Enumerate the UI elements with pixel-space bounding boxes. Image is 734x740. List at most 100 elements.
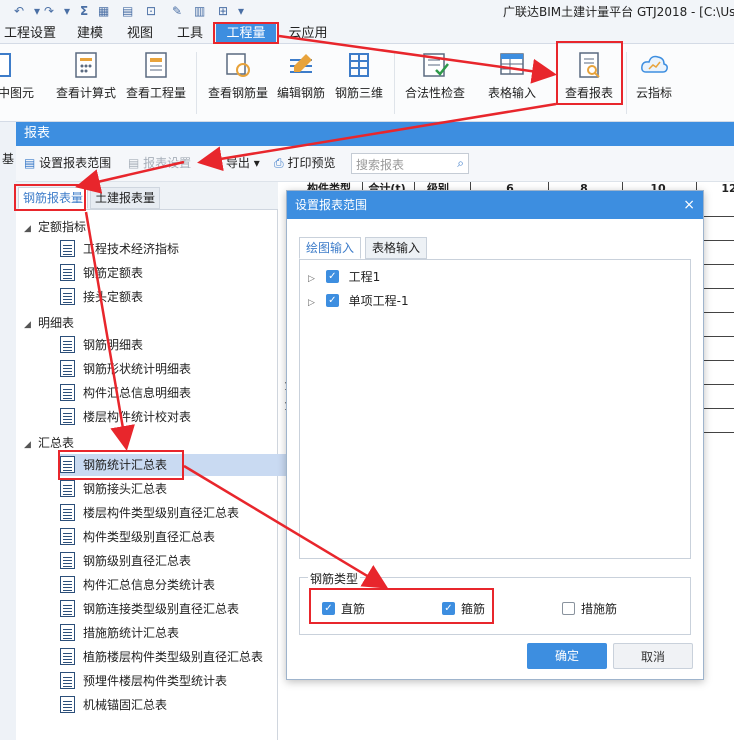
- menu-modeling[interactable]: 建模: [70, 24, 110, 43]
- report-item-label: 钢筋明细表: [83, 338, 144, 352]
- report-item[interactable]: 钢筋明细表: [60, 334, 143, 356]
- validity-check-button[interactable]: 合法性检查: [404, 50, 466, 110]
- annotation-box: [58, 450, 184, 480]
- report-settings-button[interactable]: ▤ 报表设置: [128, 155, 191, 171]
- tree-node-subproject[interactable]: ▷ ✓ 单项工程-1: [308, 292, 409, 309]
- report-item[interactable]: 机械锚固汇总表: [60, 694, 167, 716]
- cancel-button[interactable]: 取消: [613, 643, 693, 669]
- table-icon[interactable]: ▤: [122, 3, 133, 19]
- report-item[interactable]: 接头定额表: [60, 286, 143, 308]
- group-label: 定额指标: [38, 220, 87, 234]
- report-item[interactable]: 预埋件楼层构件类型统计表: [60, 670, 227, 692]
- export-button[interactable]: ⇪ 导出 ▾: [212, 155, 260, 171]
- table-gridline: [696, 182, 697, 190]
- report-item[interactable]: 构件汇总信息明细表: [60, 382, 191, 404]
- checkbox-checked-icon[interactable]: ✓: [325, 294, 339, 307]
- report-item[interactable]: 钢筋接头汇总表: [60, 478, 167, 500]
- report-item[interactable]: 钢筋形状统计明细表: [60, 358, 191, 380]
- lock-icon[interactable]: ⊞: [218, 3, 228, 19]
- menu-cloud[interactable]: 云应用: [284, 24, 332, 43]
- report-item-label: 钢筋级别直径汇总表: [83, 554, 192, 568]
- checkbox-unchecked-icon[interactable]: [562, 602, 575, 615]
- report-item-label: 措施筋统计汇总表: [83, 626, 180, 640]
- menu-tools[interactable]: 工具: [170, 24, 210, 43]
- group-quota-index[interactable]: ◢ 定额指标: [24, 218, 86, 235]
- report-file-icon: [60, 672, 75, 689]
- rebar-icon: [226, 53, 250, 77]
- menu-project-settings[interactable]: 工程设置: [2, 24, 58, 43]
- report-item[interactable]: 楼层构件统计校对表: [60, 406, 191, 428]
- dialog-title: 设置报表范围: [287, 191, 703, 219]
- report-item-label: 钢筋定额表: [83, 266, 144, 280]
- search-input[interactable]: 搜索报表 ⌕: [351, 153, 469, 174]
- close-icon[interactable]: ×: [683, 191, 695, 219]
- report-item[interactable]: 钢筋级别直径汇总表: [60, 550, 191, 572]
- undo-icon[interactable]: ↶: [14, 3, 24, 19]
- chart-icon[interactable]: ▦: [98, 3, 109, 19]
- left-strip: 基: [0, 122, 16, 740]
- report-item[interactable]: 措施筋统计汇总表: [60, 622, 179, 644]
- scope-label: 设置报表范围: [39, 156, 112, 170]
- expand-icon[interactable]: ▷: [308, 274, 322, 284]
- option-measure-rebar[interactable]: 措施筋: [562, 600, 617, 617]
- ok-button[interactable]: 确定: [527, 643, 607, 669]
- formula-icon: [75, 52, 97, 78]
- set-report-scope-button[interactable]: ▤ 设置报表范围: [24, 155, 111, 171]
- report-window-title: 报表: [16, 122, 734, 146]
- report-file-icon: [60, 360, 75, 377]
- report-item-label: 钢筋接头汇总表: [83, 482, 168, 496]
- tab-civil-report[interactable]: 土建报表量: [90, 187, 161, 209]
- ribbon-separator: [626, 52, 627, 114]
- sum-icon[interactable]: Σ: [80, 3, 88, 19]
- dropdown-icon[interactable]: ▾: [34, 3, 40, 19]
- checkbox-checked-icon[interactable]: ✓: [325, 270, 339, 283]
- report-item[interactable]: 构件类型级别直径汇总表: [60, 526, 215, 548]
- report-file-icon: [60, 336, 75, 353]
- collapse-icon[interactable]: ◢: [24, 440, 38, 450]
- tab-table-input[interactable]: 表格输入: [365, 237, 428, 259]
- report-item-label: 工程技术经济指标: [83, 242, 180, 256]
- edit-rebar-button[interactable]: 编辑钢筋: [276, 50, 326, 110]
- report-file-icon: [60, 264, 75, 281]
- report-item[interactable]: 楼层构件类型级别直径汇总表: [60, 502, 239, 524]
- expand-icon[interactable]: ▷: [308, 298, 322, 308]
- print-preview-button[interactable]: ⎙ 打印预览: [274, 155, 335, 171]
- report-item[interactable]: 构件汇总信息分类统计表: [60, 574, 215, 596]
- annotation-box: [213, 22, 279, 44]
- view-quantity-button[interactable]: 查看工程量: [126, 50, 186, 110]
- view-rebar-button[interactable]: 查看钢筋量: [208, 50, 268, 110]
- search-icon[interactable]: ⌕: [457, 156, 464, 171]
- report-item[interactable]: 钢筋定额表: [60, 262, 143, 284]
- group-detail[interactable]: ◢ 明细表: [24, 314, 74, 331]
- report-item[interactable]: 工程技术经济指标: [60, 238, 179, 260]
- print-icon: ⎙: [274, 156, 284, 170]
- tab-drawing-input[interactable]: 绘图输入: [299, 237, 362, 259]
- grid-icon[interactable]: ▥: [194, 3, 205, 19]
- cloud-index-button[interactable]: 云指标: [632, 50, 676, 110]
- find-icon[interactable]: ⊡: [146, 3, 156, 19]
- collapse-icon[interactable]: ◢: [24, 320, 38, 330]
- tree-node-project[interactable]: ▷ ✓ 工程1: [308, 268, 380, 285]
- scope-tree: ▷ ✓ 工程1 ▷ ✓ 单项工程-1: [299, 259, 691, 559]
- report-item-label: 构件汇总信息分类统计表: [83, 578, 216, 592]
- menu-view[interactable]: 视图: [120, 24, 160, 43]
- cloud-icon: [641, 55, 668, 73]
- settings-label: 报表设置: [143, 156, 192, 170]
- node-label: 单项工程-1: [348, 294, 409, 308]
- table-gridline: [414, 182, 415, 190]
- ribbon-partial-button[interactable]: 中图元: [0, 50, 34, 110]
- customize-icon[interactable]: ▾: [238, 3, 244, 19]
- report-item[interactable]: 植筋楼层构件类型级别直径汇总表: [60, 646, 263, 668]
- table-input-button[interactable]: 表格输入: [484, 50, 540, 110]
- dropdown-icon[interactable]: ▾: [64, 3, 70, 19]
- group-label: 汇总表: [38, 436, 75, 450]
- rebar-3d-button[interactable]: 钢筋三维: [334, 50, 384, 110]
- chevron-down-icon: ▾: [253, 156, 260, 170]
- collapse-icon[interactable]: ◢: [24, 224, 38, 234]
- redo-icon[interactable]: ↷: [44, 3, 54, 19]
- view-formula-button[interactable]: 查看计算式: [56, 50, 116, 110]
- report-item[interactable]: 钢筋连接类型级别直径汇总表: [60, 598, 239, 620]
- table-right-edge: [704, 216, 734, 516]
- edit-icon[interactable]: ✎: [172, 3, 182, 19]
- group-summary[interactable]: ◢ 汇总表: [24, 434, 74, 451]
